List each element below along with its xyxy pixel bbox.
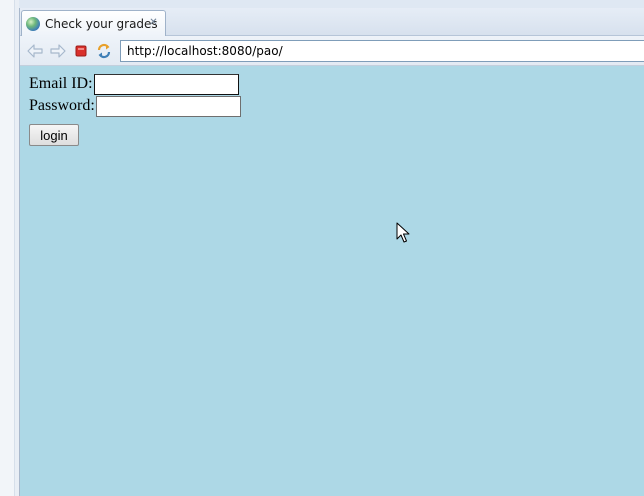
page-content: Email ID: Password: login	[20, 66, 644, 496]
password-field[interactable]	[95, 95, 241, 117]
email-field[interactable]	[93, 73, 239, 95]
tab-strip: Check your grades ✕	[20, 8, 644, 36]
email-row: Email ID:	[29, 73, 239, 95]
tab-check-your-grades[interactable]: Check your grades ✕	[21, 10, 166, 36]
address-bar[interactable]	[120, 40, 644, 62]
back-arrow-icon[interactable]	[26, 42, 44, 60]
forward-arrow-icon[interactable]	[49, 42, 67, 60]
stop-icon[interactable]	[72, 42, 90, 60]
refresh-icon[interactable]	[95, 42, 113, 60]
browser-editor: Check your grades ✕ http://localhost:808…	[19, 8, 644, 496]
tab-title: Check your grades	[45, 16, 158, 31]
window-left-gutter	[0, 0, 19, 496]
close-icon[interactable]: ✕	[148, 17, 159, 28]
login-button[interactable]: login	[29, 124, 79, 146]
email-label: Email ID:	[29, 75, 93, 92]
password-label: Password:	[29, 97, 95, 114]
navigation-toolbar	[20, 36, 644, 66]
globe-icon	[26, 16, 40, 31]
mouse-pointer-icon	[396, 222, 410, 243]
password-row: Password:	[29, 95, 241, 117]
